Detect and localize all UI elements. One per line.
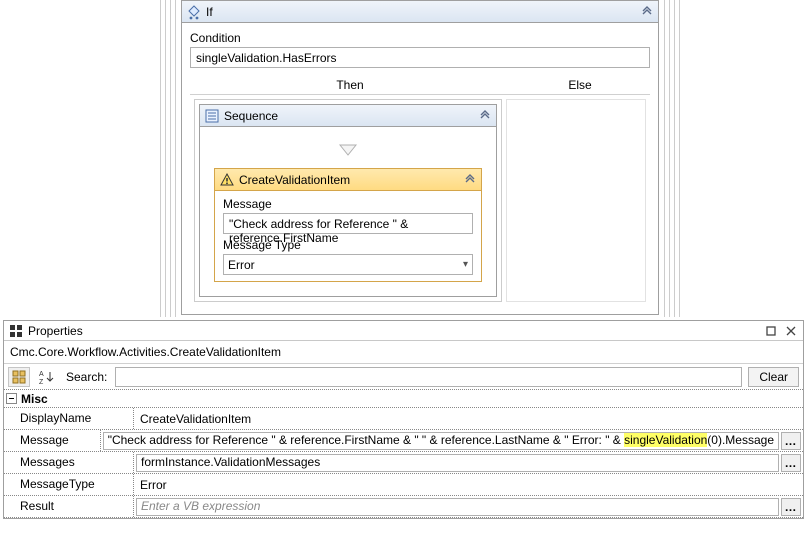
cvi-message-input[interactable]: "Check address for Reference " & referen… bbox=[223, 213, 473, 234]
prop-name: Result bbox=[4, 496, 134, 517]
svg-text:A: A bbox=[39, 371, 44, 378]
then-header: Then bbox=[190, 76, 510, 94]
category-toggle[interactable]: – bbox=[6, 393, 17, 404]
sequence-header[interactable]: Sequence bbox=[200, 105, 496, 127]
category-label: Misc bbox=[21, 392, 48, 406]
search-input[interactable] bbox=[115, 367, 742, 387]
prop-value-result[interactable]: Enter a VB expression bbox=[136, 498, 779, 516]
highlighted-text: singleValidation bbox=[624, 433, 707, 447]
search-label: Search: bbox=[66, 370, 107, 384]
svg-text:Z: Z bbox=[39, 379, 44, 385]
cvi-header[interactable]: CreateValidationItem bbox=[215, 169, 481, 191]
ellipsis-button[interactable]: … bbox=[781, 432, 801, 450]
prop-value-messages[interactable]: formInstance.ValidationMessages bbox=[136, 454, 779, 472]
prop-name: MessageType bbox=[4, 474, 134, 495]
properties-typename: Cmc.Core.Workflow.Activities.CreateValid… bbox=[4, 341, 803, 364]
then-drop-zone[interactable]: Sequence bbox=[194, 99, 502, 302]
prop-value-messagetype[interactable]: Error bbox=[136, 478, 801, 492]
ellipsis-button[interactable]: … bbox=[781, 454, 801, 472]
properties-title: Properties bbox=[28, 324, 759, 338]
cvi-messagetype-value: Error bbox=[228, 258, 255, 272]
clear-button[interactable]: Clear bbox=[748, 367, 799, 387]
sequence-title: Sequence bbox=[224, 109, 474, 123]
close-button[interactable] bbox=[783, 324, 799, 338]
collapse-icon[interactable] bbox=[640, 5, 654, 19]
prop-row-messages: Messages formInstance.ValidationMessages… bbox=[4, 452, 803, 474]
prop-name: Messages bbox=[4, 452, 134, 473]
prop-row-messagetype: MessageType Error bbox=[4, 474, 803, 496]
prop-value-displayname[interactable]: CreateValidationItem bbox=[136, 412, 801, 426]
condition-label: Condition bbox=[190, 31, 650, 45]
ellipsis-button[interactable]: … bbox=[781, 498, 801, 516]
prop-row-displayname: DisplayName CreateValidationItem bbox=[4, 408, 803, 430]
maximize-button[interactable] bbox=[763, 324, 779, 338]
sort-alpha-button[interactable]: A Z bbox=[36, 367, 56, 387]
prop-row-message: Message "Check address for Reference " &… bbox=[4, 430, 803, 452]
if-icon bbox=[186, 4, 202, 20]
prop-value-message[interactable]: "Check address for Reference " & referen… bbox=[103, 432, 779, 450]
if-header[interactable]: If bbox=[182, 1, 658, 23]
drop-indicator[interactable] bbox=[338, 143, 358, 160]
else-drop-zone[interactable] bbox=[506, 99, 646, 302]
cvi-messagetype-label: Message Type bbox=[223, 238, 473, 252]
prop-row-result: Result Enter a VB expression … bbox=[4, 496, 803, 518]
properties-panel: Properties Cmc.Core.Workflow.Activities.… bbox=[3, 320, 804, 519]
warning-icon bbox=[219, 172, 235, 188]
dropdown-arrow-icon: ▾ bbox=[463, 259, 468, 270]
else-header: Else bbox=[510, 76, 650, 94]
category-row[interactable]: – Misc bbox=[4, 390, 803, 408]
sequence-icon bbox=[204, 108, 220, 124]
collapse-icon[interactable] bbox=[463, 173, 477, 187]
categorize-button[interactable] bbox=[8, 367, 30, 387]
prop-name: DisplayName bbox=[4, 408, 134, 429]
cvi-title: CreateValidationItem bbox=[239, 173, 459, 187]
prop-name: Message bbox=[4, 430, 101, 451]
if-activity[interactable]: If Condition singleValidation.HasErrors … bbox=[181, 0, 659, 315]
properties-icon bbox=[8, 323, 24, 339]
if-title: If bbox=[206, 5, 636, 19]
cvi-message-label: Message bbox=[223, 197, 473, 211]
workflow-designer-canvas[interactable]: If Condition singleValidation.HasErrors … bbox=[0, 0, 807, 317]
sequence-activity[interactable]: Sequence bbox=[199, 104, 497, 297]
create-validation-item-activity[interactable]: CreateValidationItem Message "Check addr… bbox=[214, 168, 482, 282]
cvi-messagetype-dropdown[interactable]: Error ▾ bbox=[223, 254, 473, 275]
condition-input[interactable]: singleValidation.HasErrors bbox=[190, 47, 650, 68]
collapse-icon[interactable] bbox=[478, 109, 492, 123]
